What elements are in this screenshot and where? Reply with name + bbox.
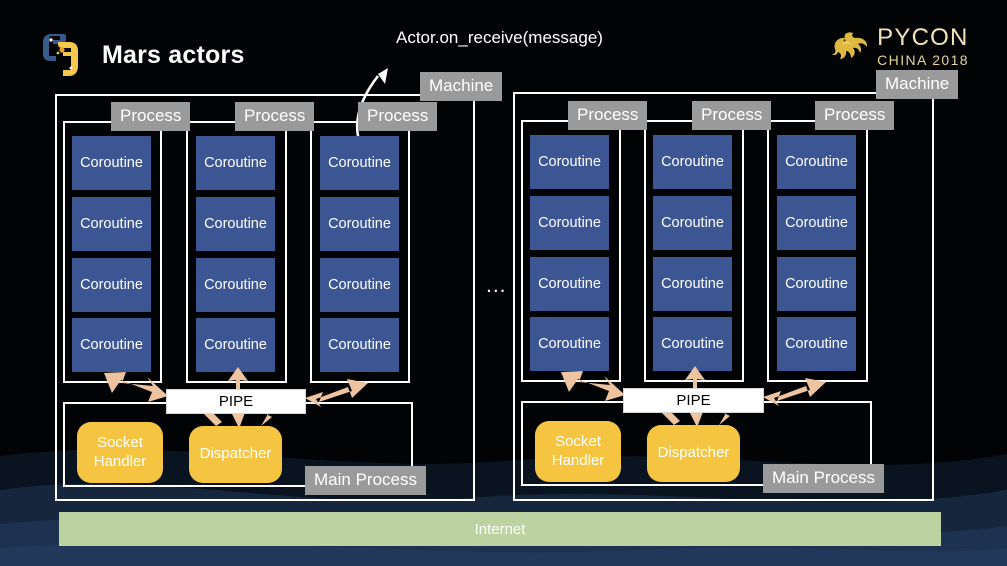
pycon-title: PYCON [877, 24, 969, 51]
coroutine-box: Coroutine [72, 318, 151, 372]
socket-handler-line2: Handler [551, 451, 605, 469]
process-label-l3: Process [358, 102, 438, 131]
main-process-label-left: Main Process [305, 466, 426, 495]
pipe-right: PIPE [623, 388, 764, 413]
coroutine-box: Coroutine [653, 257, 732, 311]
coroutine-box: Coroutine [320, 318, 399, 372]
coroutine-box: Coroutine [320, 258, 399, 312]
socket-handler-line1: Socket [97, 433, 143, 451]
coroutine-box: Coroutine [530, 196, 609, 250]
coroutine-box: Coroutine [530, 257, 609, 311]
coroutine-box: Coroutine [530, 317, 609, 371]
pycon-logo: PYCON CHINA 2018 [831, 26, 969, 67]
socket-handler-right[interactable]: Socket Handler [535, 421, 621, 482]
coroutine-box: Coroutine [72, 258, 151, 312]
pycon-subtitle: CHINA 2018 [877, 52, 969, 68]
dispatcher-right[interactable]: Dispatcher [647, 425, 740, 482]
dragon-icon [832, 31, 868, 59]
python-logo-icon [43, 34, 78, 76]
coroutine-box: Coroutine [777, 135, 856, 189]
coroutine-box: Coroutine [196, 136, 275, 190]
dispatcher-left[interactable]: Dispatcher [189, 426, 282, 483]
page-title: Mars actors [102, 40, 245, 69]
pipe-left: PIPE [166, 389, 306, 414]
coroutine-box: Coroutine [72, 136, 151, 190]
machine-label-right: Machine [876, 70, 959, 99]
coroutine-box: Coroutine [777, 317, 856, 371]
process-label-r3: Process [815, 101, 895, 130]
main-process-label-right: Main Process [763, 464, 884, 493]
process-label-r2: Process [692, 101, 772, 130]
process-label-r1: Process [568, 101, 648, 130]
callout-label: Actor.on_receive(message) [396, 28, 603, 47]
socket-handler-left[interactable]: Socket Handler [77, 422, 163, 483]
process-label-l2: Process [235, 102, 315, 131]
coroutine-box: Coroutine [653, 196, 732, 250]
slide-title-row: Mars actors [38, 30, 245, 80]
coroutine-box: Coroutine [196, 318, 275, 372]
coroutine-box: Coroutine [320, 197, 399, 251]
internet-bar: Internet [59, 512, 941, 546]
coroutine-box: Coroutine [777, 257, 856, 311]
coroutine-box: Coroutine [653, 135, 732, 189]
machine-label-left: Machine [420, 72, 503, 101]
socket-handler-line1: Socket [555, 432, 601, 450]
coroutine-box: Coroutine [72, 197, 151, 251]
coroutine-box: Coroutine [196, 197, 275, 251]
coroutine-box: Coroutine [530, 135, 609, 189]
slide-canvas: Mars actors PYCON CHINA 2018 Actor.on_re… [0, 0, 1007, 566]
coroutine-box: Coroutine [653, 317, 732, 371]
coroutine-box: Coroutine [320, 136, 399, 190]
coroutine-box: Coroutine [777, 196, 856, 250]
process-label-l1: Process [111, 102, 191, 131]
socket-handler-line2: Handler [93, 452, 147, 470]
coroutine-box: Coroutine [196, 258, 275, 312]
ellipsis-separator: ... [486, 274, 507, 297]
pycon-wordmark: PYCON CHINA 2018 [877, 24, 969, 68]
